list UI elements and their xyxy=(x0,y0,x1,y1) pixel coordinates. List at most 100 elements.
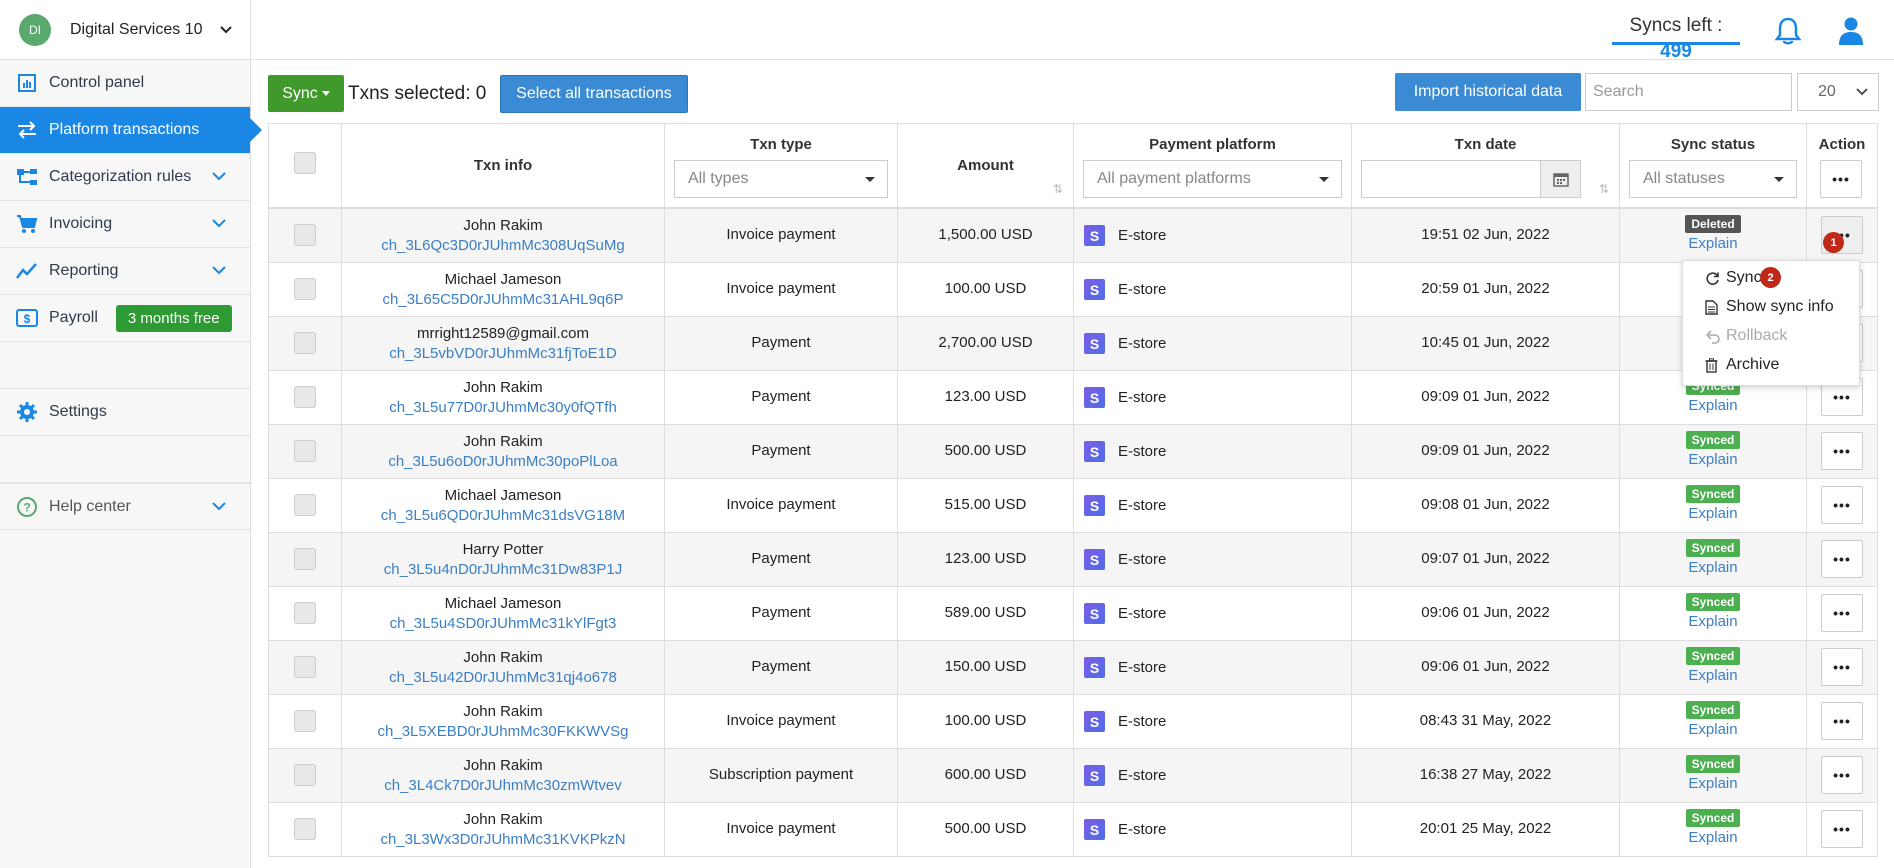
table-row[interactable]: John Rakim ch_3L4Ck7D0rJUhmMc30zmWtvev S… xyxy=(268,749,1878,803)
table-row[interactable]: Harry Potter ch_3L5u4nD0rJUhmMc31Dw83P1J… xyxy=(268,533,1878,587)
transactions-table: Txn info Txn type All types Amount ⇅ Pay… xyxy=(268,123,1878,857)
explain-link[interactable]: Explain xyxy=(1620,235,1806,252)
row-checkbox[interactable] xyxy=(294,386,316,408)
explain-link[interactable]: Explain xyxy=(1620,721,1806,738)
row-action-button[interactable]: ••• xyxy=(1821,702,1863,740)
nav-payroll[interactable]: $ Payroll 3 months free xyxy=(0,295,250,342)
row-checkbox[interactable] xyxy=(294,602,316,624)
platform-cell: S E-store xyxy=(1074,317,1352,370)
header-amount[interactable]: Amount ⇅ xyxy=(898,124,1074,208)
user-icon[interactable] xyxy=(1838,16,1864,46)
charge-id-link[interactable]: ch_3L5u77D0rJUhmMc30y0fQTfh xyxy=(342,399,664,416)
date-cell: 09:08 01 Jun, 2022 xyxy=(1352,479,1620,532)
sort-icon[interactable]: ⇅ xyxy=(1599,182,1609,196)
row-checkbox[interactable] xyxy=(294,818,316,840)
txn-info-cell: mrright12589@gmail.com ch_3L5vbVD0rJUhmM… xyxy=(342,317,665,370)
table-row[interactable]: Michael Jameson ch_3L65C5D0rJUhmMc31AHL9… xyxy=(268,263,1878,317)
payroll-promo-badge[interactable]: 3 months free xyxy=(115,304,232,332)
bulk-action-button[interactable]: ••• xyxy=(1820,160,1862,198)
payment-platform-filter[interactable]: All payment platforms xyxy=(1083,160,1342,198)
action-cell: ••• xyxy=(1807,425,1877,478)
nav-reporting[interactable]: Reporting xyxy=(0,248,250,295)
menu-item-sync[interactable]: Sync xyxy=(1705,269,1762,287)
row-action-button[interactable]: ••• xyxy=(1821,486,1863,524)
row-checkbox[interactable] xyxy=(294,710,316,732)
row-action-button[interactable]: ••• xyxy=(1821,810,1863,848)
table-row[interactable]: Michael Jameson ch_3L5u4SD0rJUhmMc31kYlF… xyxy=(268,587,1878,641)
nav-settings[interactable]: Settings xyxy=(0,389,250,436)
platform-name: E-store xyxy=(1118,767,1167,784)
nav-categorization-rules[interactable]: Categorization rules xyxy=(0,154,250,201)
row-action-button[interactable]: ••• xyxy=(1821,648,1863,686)
row-checkbox[interactable] xyxy=(294,764,316,786)
row-checkbox[interactable] xyxy=(294,494,316,516)
table-row[interactable]: mrright12589@gmail.com ch_3L5vbVD0rJUhmM… xyxy=(268,317,1878,371)
table-row[interactable]: John Rakim ch_3L6Qc3D0rJUhmMc308UqSuMg I… xyxy=(268,209,1878,263)
table-row[interactable]: John Rakim ch_3L5XEBD0rJUhmMc30FKKWVSg I… xyxy=(268,695,1878,749)
charge-id-link[interactable]: ch_3L5u6oD0rJUhmMc30poPlLoa xyxy=(342,453,664,470)
sort-icon[interactable]: ⇅ xyxy=(1053,182,1063,196)
table-row[interactable]: John Rakim ch_3L3Wx3D0rJUhmMc31KVKPkzN I… xyxy=(268,803,1878,857)
status-cell: Synced Explain xyxy=(1620,749,1807,802)
txn-date-filter[interactable] xyxy=(1361,160,1581,198)
row-action-button[interactable]: ••• xyxy=(1821,540,1863,578)
row-checkbox[interactable] xyxy=(294,224,316,246)
sync-status-filter[interactable]: All statuses xyxy=(1629,160,1797,198)
svg-text:?: ? xyxy=(23,500,30,514)
nav-help-center[interactable]: ? Help center xyxy=(0,483,250,530)
import-historical-data-button[interactable]: Import historical data xyxy=(1395,73,1581,111)
select-cell xyxy=(269,803,342,856)
charge-id-link[interactable]: ch_3L5XEBD0rJUhmMc30FKKWVSg xyxy=(342,723,664,740)
menu-item-show-sync-info[interactable]: Show sync info xyxy=(1705,298,1834,316)
charge-id-link[interactable]: ch_3L65C5D0rJUhmMc31AHL9q6P xyxy=(342,291,664,308)
nav-invoicing[interactable]: Invoicing xyxy=(0,201,250,248)
select-cell xyxy=(269,749,342,802)
explain-link[interactable]: Explain xyxy=(1620,397,1806,414)
charge-id-link[interactable]: ch_3L3Wx3D0rJUhmMc31KVKPkzN xyxy=(342,831,664,848)
row-action-button[interactable]: ••• xyxy=(1821,432,1863,470)
txn-type-filter[interactable]: All types xyxy=(674,160,888,198)
nav-control-panel[interactable]: Control panel xyxy=(0,60,250,107)
calendar-icon[interactable] xyxy=(1540,161,1580,197)
select-all-checkbox[interactable] xyxy=(294,152,316,174)
bell-icon[interactable] xyxy=(1774,16,1802,46)
org-switcher[interactable]: DI Digital Services 10 xyxy=(0,0,250,60)
search-input[interactable]: Search xyxy=(1585,73,1792,111)
row-checkbox[interactable] xyxy=(294,332,316,354)
table-row[interactable]: John Rakim ch_3L5u42D0rJUhmMc31qj4o678 P… xyxy=(268,641,1878,695)
customer-name: John Rakim xyxy=(463,379,543,396)
explain-link[interactable]: Explain xyxy=(1620,667,1806,684)
explain-link[interactable]: Explain xyxy=(1620,613,1806,630)
charge-id-link[interactable]: ch_3L6Qc3D0rJUhmMc308UqSuMg xyxy=(342,237,664,254)
table-row[interactable]: Michael Jameson ch_3L5u6QD0rJUhmMc31dsVG… xyxy=(268,479,1878,533)
explain-link[interactable]: Explain xyxy=(1620,559,1806,576)
row-action-button[interactable]: ••• xyxy=(1821,594,1863,632)
svg-text:$: $ xyxy=(24,312,31,326)
charge-id-link[interactable]: ch_3L5vbVD0rJUhmMc31fjToE1D xyxy=(342,345,664,362)
explain-link[interactable]: Explain xyxy=(1620,775,1806,792)
per-page-select[interactable]: 20 xyxy=(1797,73,1879,111)
amount-cell: 1,500.00 USD xyxy=(898,209,1074,262)
charge-id-link[interactable]: ch_3L5u6QD0rJUhmMc31dsVG18M xyxy=(342,507,664,524)
row-checkbox[interactable] xyxy=(294,656,316,678)
row-checkbox[interactable] xyxy=(294,440,316,462)
charge-id-link[interactable]: ch_3L4Ck7D0rJUhmMc30zmWtvev xyxy=(342,777,664,794)
sync-status: Synced Explain xyxy=(1620,809,1806,846)
select-all-transactions-button[interactable]: Select all transactions xyxy=(500,75,688,113)
menu-item-archive[interactable]: Archive xyxy=(1705,356,1779,374)
explain-link[interactable]: Explain xyxy=(1620,829,1806,846)
charge-id-link[interactable]: ch_3L5u4nD0rJUhmMc31Dw83P1J xyxy=(342,561,664,578)
charge-id-link[interactable]: ch_3L5u4SD0rJUhmMc31kYlFgt3 xyxy=(342,615,664,632)
nav-platform-transactions[interactable]: Platform transactions xyxy=(0,107,262,154)
table-row[interactable]: John Rakim ch_3L5u77D0rJUhmMc30y0fQTfh P… xyxy=(268,371,1878,425)
table-row[interactable]: John Rakim ch_3L5u6oD0rJUhmMc30poPlLoa P… xyxy=(268,425,1878,479)
sync-button[interactable]: Sync xyxy=(268,75,344,112)
row-checkbox[interactable] xyxy=(294,278,316,300)
stripe-icon: S xyxy=(1084,765,1105,786)
row-action-button[interactable]: ••• xyxy=(1821,756,1863,794)
charge-id-link[interactable]: ch_3L5u42D0rJUhmMc31qj4o678 xyxy=(342,669,664,686)
platform-cell: S E-store xyxy=(1074,425,1352,478)
explain-link[interactable]: Explain xyxy=(1620,451,1806,468)
row-checkbox[interactable] xyxy=(294,548,316,570)
explain-link[interactable]: Explain xyxy=(1620,505,1806,522)
